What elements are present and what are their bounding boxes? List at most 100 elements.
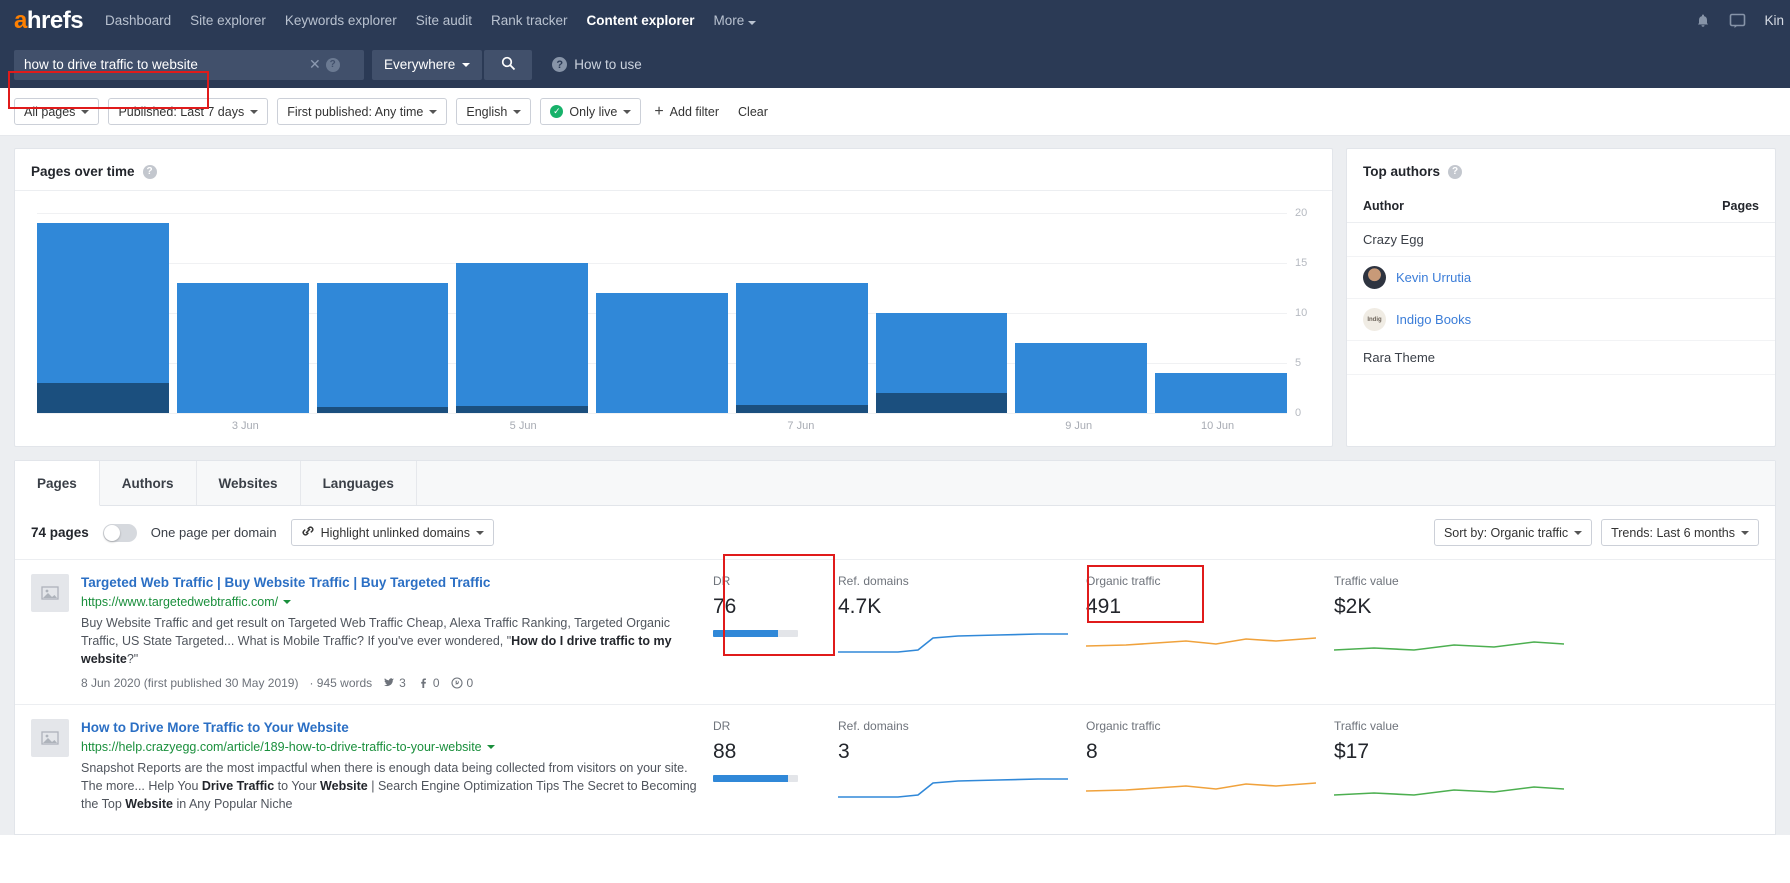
nav-item-site-explorer[interactable]: Site explorer — [190, 13, 266, 28]
search-button[interactable] — [484, 49, 533, 80]
table-row: Rara Theme — [1347, 340, 1775, 375]
chevron-down-icon — [81, 109, 90, 114]
bar-segment-live — [37, 383, 169, 413]
result-url[interactable]: https://help.crazyegg.com/article/189-ho… — [81, 740, 701, 754]
sparkline-chart — [1333, 785, 1565, 796]
chat-icon[interactable] — [1729, 12, 1746, 29]
author-name[interactable]: Kevin Urrutia — [1396, 270, 1471, 285]
filter-language[interactable]: English — [456, 98, 532, 125]
metric-traffic-value-label: Traffic value — [1334, 574, 1399, 588]
y-axis-tick-label: 20 — [1295, 207, 1308, 219]
logo-text: hrefs — [26, 6, 84, 34]
result-date: 8 Jun 2020 (first published 30 May 2019) — [81, 675, 299, 690]
result-content: How to Drive More Traffic to Your Websit… — [81, 719, 701, 821]
metric-dr-value: 76 — [713, 595, 737, 618]
result-metrics: DR 76 Ref. domains 4.7K Organic traffic 491 Tr… — [701, 574, 1759, 661]
author-name: Crazy Egg — [1363, 232, 1424, 247]
result-thumbnail — [31, 574, 69, 612]
question-icon[interactable]: ? — [142, 164, 157, 179]
question-icon: ? — [552, 57, 568, 72]
filter-bar: All pages Published: Last 7 days First p… — [0, 88, 1790, 136]
author-cell: Indig Indigo Books — [1347, 298, 1635, 341]
filter-published[interactable]: Published: Last 7 days — [108, 98, 269, 125]
metric-dr-value: 88 — [713, 739, 737, 763]
results-count: 74 pages — [31, 525, 89, 540]
gridline — [37, 413, 1287, 414]
search-field-wrapper[interactable]: ✕ ? — [14, 49, 364, 80]
clear-filters-button[interactable]: Clear — [732, 105, 774, 119]
pages-over-time-panel: Pages over time ? 20 15 10 5 0 3 Jun 5 Jun 7 J… — [14, 148, 1333, 447]
nav-item-more-label: More — [713, 13, 745, 28]
highlight-unlinked-domains-dropdown[interactable]: Highlight unlinked domains — [290, 519, 494, 546]
results-toolbar-right: Sort by: Organic traffic Trends: Last 6 … — [1433, 519, 1759, 546]
search-input[interactable] — [14, 49, 304, 80]
bar-segment-pages — [596, 293, 728, 413]
column-header-author[interactable]: Author — [1347, 190, 1635, 223]
how-to-use-link[interactable]: ? How to use — [552, 57, 642, 72]
tab-authors[interactable]: Authors — [100, 461, 197, 505]
question-icon[interactable]: ? — [325, 57, 340, 72]
result-title-link[interactable]: Targeted Web Traffic | Buy Website Traff… — [81, 574, 701, 592]
trends-dropdown[interactable]: Trends: Last 6 months — [1601, 519, 1759, 546]
bar-segment-pages — [456, 263, 589, 406]
bar-column[interactable] — [596, 213, 728, 413]
close-icon[interactable]: ✕ — [304, 56, 326, 73]
sort-by-dropdown[interactable]: Sort by: Organic traffic — [1433, 519, 1593, 546]
ahrefs-logo[interactable]: ahrefs — [14, 6, 84, 34]
tab-languages[interactable]: Languages — [301, 461, 417, 505]
x-axis-tick-label: 9 Jun — [1065, 420, 1093, 432]
bar-column[interactable] — [1015, 213, 1148, 413]
bar-column[interactable] — [875, 213, 1008, 413]
pinterest-share-count: 0 — [450, 676, 473, 690]
tab-pages[interactable]: Pages — [15, 461, 100, 506]
metric-organic-traffic-value: 8 — [1086, 739, 1098, 763]
result-url-text: https://www.targetedwebtraffic.com/ — [81, 595, 279, 610]
tab-websites[interactable]: Websites — [197, 461, 301, 505]
result-metrics: DR 88 Ref. domains 3 Organic traffic 8 Traffic… — [701, 719, 1759, 806]
nav-item-keywords-explorer[interactable]: Keywords explorer — [285, 13, 397, 28]
highlight-unlinked-domains-label: Highlight unlinked domains — [320, 525, 470, 540]
metric-traffic-value: Traffic value $17 — [1322, 719, 1570, 806]
nav-right-group: Kin — [1695, 0, 1790, 41]
nav-item-rank-tracker[interactable]: Rank tracker — [491, 13, 568, 28]
author-name[interactable]: Indigo Books — [1396, 312, 1471, 327]
table-row: Kevin Urrutia — [1347, 256, 1775, 299]
nav-item-dashboard[interactable]: Dashboard — [105, 13, 171, 28]
one-page-per-domain-toggle[interactable] — [102, 523, 137, 542]
plus-icon: + — [654, 102, 664, 120]
chevron-down-icon[interactable] — [486, 744, 495, 749]
bar-column[interactable] — [456, 213, 589, 413]
nav-item-site-audit[interactable]: Site audit — [416, 13, 472, 28]
logo-letter-a: a — [14, 6, 27, 34]
bar-segment-live — [456, 406, 589, 413]
chevron-down-icon[interactable] — [283, 600, 292, 605]
sparkline-chart — [838, 777, 1068, 798]
bell-icon[interactable] — [1695, 13, 1711, 29]
result-description: Snapshot Reports are the most impactful … — [81, 760, 697, 812]
nav-item-content-explorer[interactable]: Content explorer — [587, 13, 695, 28]
bar-column[interactable] — [735, 213, 868, 413]
bar-column[interactable] — [176, 213, 309, 413]
nav-links: Dashboard Site explorer Keywords explore… — [105, 13, 757, 28]
question-icon[interactable]: ? — [1448, 164, 1462, 179]
filter-first-published[interactable]: First published: Any time — [277, 98, 448, 125]
table-row: Crazy Egg — [1347, 222, 1775, 257]
result-url[interactable]: https://www.targetedwebtraffic.com/ — [81, 595, 701, 609]
result-title-link[interactable]: How to Drive More Traffic to Your Websit… — [81, 719, 701, 737]
filter-all-pages[interactable]: All pages — [14, 98, 100, 125]
column-header-pages[interactable]: Pages — [1634, 190, 1775, 223]
metric-organic-traffic-label: Organic traffic — [1086, 718, 1161, 733]
search-scope-dropdown[interactable]: Everywhere — [372, 49, 483, 80]
bar-column[interactable] — [37, 213, 169, 413]
author-cell: Rara Theme — [1347, 340, 1635, 375]
metric-ref-domains-label: Ref. domains — [838, 574, 909, 588]
bar-column[interactable] — [316, 213, 449, 413]
filter-only-live[interactable]: ✓ Only live — [540, 98, 642, 125]
bar-column[interactable] — [1155, 213, 1288, 413]
add-filter-button[interactable]: + Add filter — [650, 102, 723, 120]
result-description: Buy Website Traffic and get result on Ta… — [81, 616, 672, 667]
sparkline-chart — [838, 633, 1068, 653]
nav-item-more[interactable]: More — [714, 13, 757, 28]
user-name-label[interactable]: Kin — [1764, 13, 1784, 28]
bar-segment-pages — [735, 283, 868, 405]
